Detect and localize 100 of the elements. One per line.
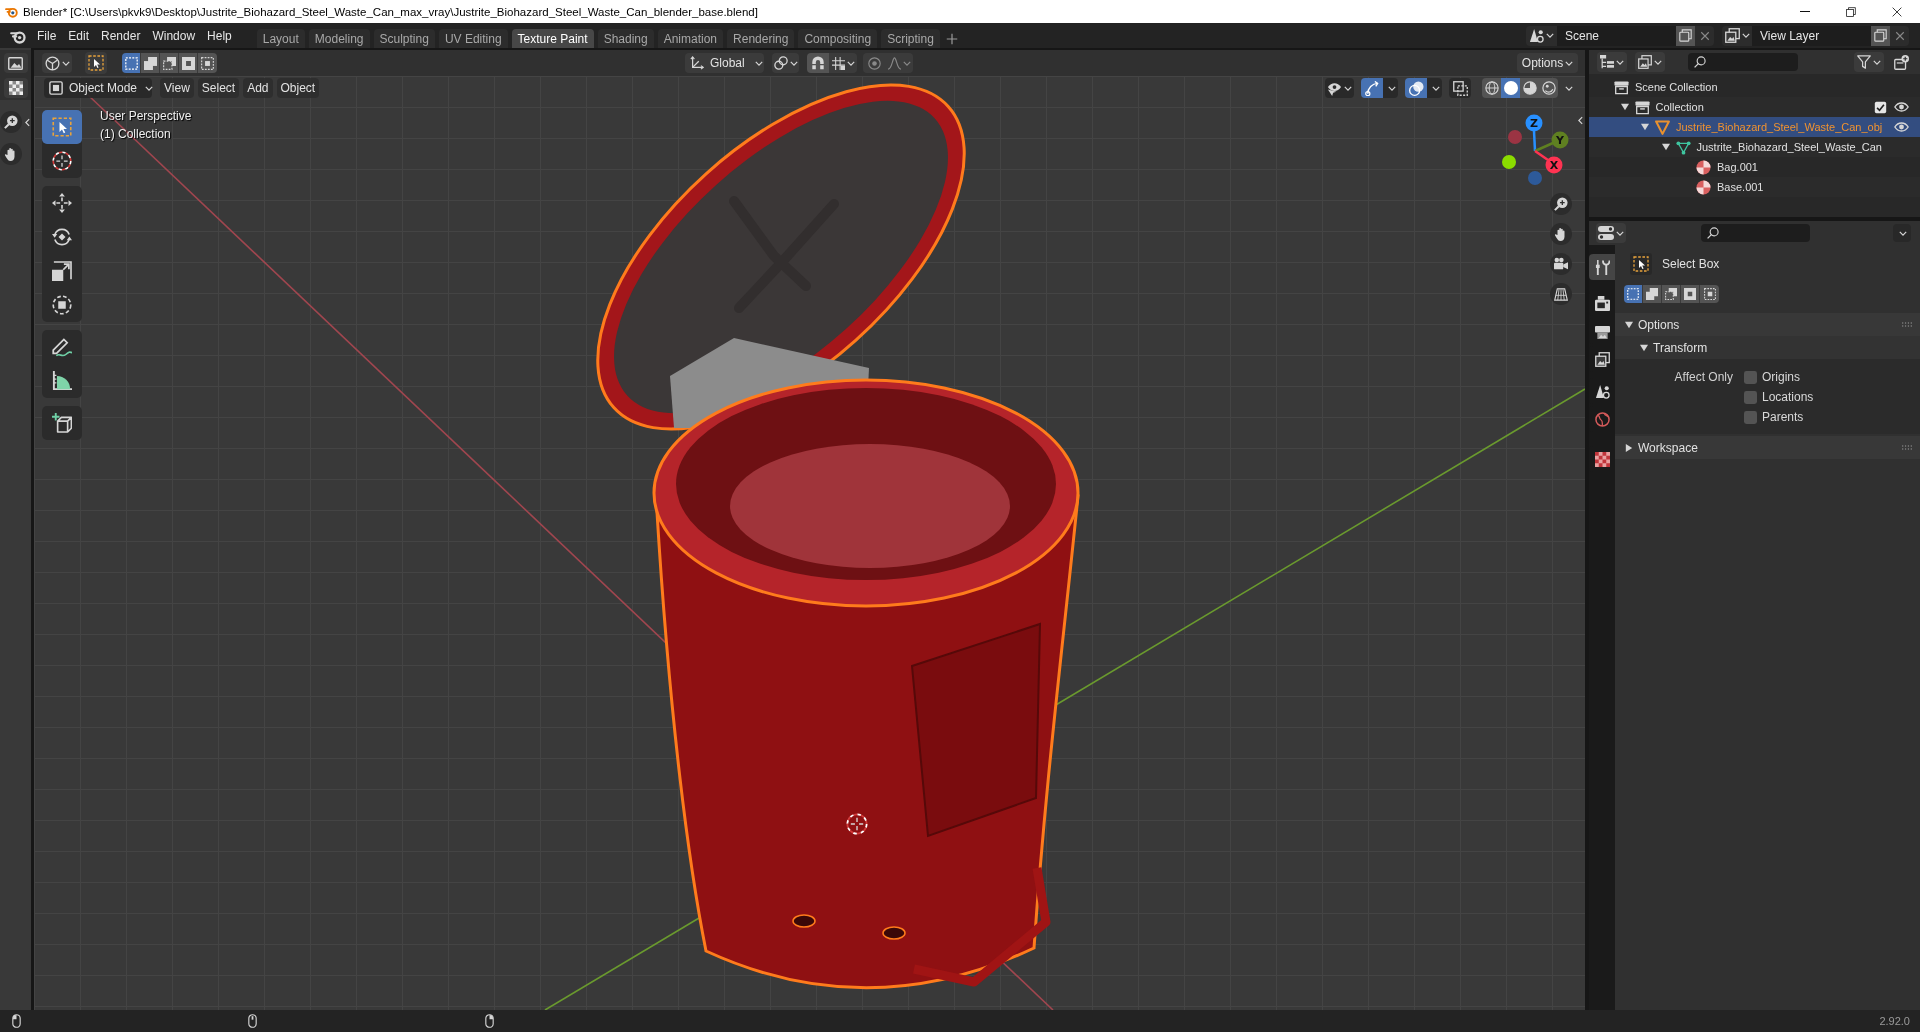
workspace-tab[interactable]: Modeling	[308, 29, 370, 48]
view-layer-browse-button[interactable]	[1722, 25, 1752, 46]
selection-mode-button[interactable]	[1700, 285, 1719, 303]
negative-x-axis-handle[interactable]	[1508, 130, 1522, 144]
workspace-tab[interactable]: Compositing	[798, 29, 878, 48]
viewport-menu[interactable]: Add	[243, 78, 273, 98]
mode-button[interactable]	[3, 78, 28, 98]
waste-can-model-drawing[interactable]	[596, 83, 1080, 990]
viewport-menu[interactable]: Object	[276, 78, 320, 98]
expand-triangle-icon[interactable]	[1620, 103, 1629, 111]
outliner-row[interactable]: Bag.001	[1589, 157, 1920, 177]
shading-mode-button[interactable]	[1539, 78, 1558, 98]
view-layer-name-field[interactable]: View Layer	[1752, 25, 1871, 46]
active-tool-button[interactable]	[85, 52, 107, 74]
outliner-row[interactable]: Scene Collection	[1589, 77, 1920, 97]
scene-name-field[interactable]: Scene	[1557, 25, 1676, 46]
workspace-tab[interactable]: Shading	[597, 29, 654, 48]
panel-header[interactable]: Options	[1615, 313, 1920, 336]
panel-header[interactable]: Workspace	[1615, 436, 1920, 459]
viewport-menu[interactable]: Select	[197, 78, 240, 98]
shading-mode-button[interactable]	[1501, 78, 1520, 98]
expand-triangle-icon[interactable]	[1661, 143, 1670, 151]
selection-mode-button[interactable]	[1681, 285, 1700, 303]
options-dropdown[interactable]: Options	[1517, 53, 1578, 73]
menu-item[interactable]: Edit	[62, 25, 96, 46]
editor-type-button[interactable]	[1596, 223, 1626, 243]
shading-mode-button[interactable]	[1520, 78, 1539, 98]
search-field[interactable]	[1688, 53, 1798, 71]
proportional-edit-toggle[interactable]	[863, 53, 885, 73]
filter-view-dropdown[interactable]	[1635, 52, 1665, 72]
outliner-row[interactable]: Justrite_Biohazard_Steel_Waste_Can_obj	[1589, 117, 1920, 137]
menu-item[interactable]: File	[31, 25, 63, 46]
new-scene-button[interactable]	[1676, 25, 1695, 46]
workspace-tab[interactable]: Scripting	[881, 29, 940, 48]
expand-triangle-icon[interactable]	[1641, 123, 1649, 131]
pan-button[interactable]	[0, 143, 22, 165]
sidebar-toggle-icon[interactable]	[1578, 116, 1583, 125]
zoom-button[interactable]	[0, 111, 22, 133]
options-dropdown[interactable]	[1893, 224, 1911, 242]
viewport-toggle[interactable]	[1449, 78, 1471, 98]
display-mode-dropdown[interactable]	[1597, 52, 1627, 72]
drag-handle-icon[interactable]	[1902, 445, 1912, 450]
new-view-layer-button[interactable]	[1871, 25, 1890, 46]
menu-item[interactable]: Help	[201, 25, 238, 46]
selection-mode-button[interactable]	[198, 53, 217, 73]
3d-cursor-icon[interactable]	[846, 813, 868, 835]
shading-mode-button[interactable]	[1482, 78, 1501, 98]
selection-mode-button[interactable]	[1662, 285, 1681, 303]
selection-mode-button[interactable]	[1643, 285, 1662, 303]
selection-mode-button[interactable]	[1624, 285, 1643, 303]
drag-handle-icon[interactable]	[1902, 322, 1912, 327]
tool-button[interactable]	[42, 110, 82, 144]
selection-mode-button[interactable]	[160, 53, 179, 73]
viewport-menu[interactable]: View	[160, 78, 194, 98]
negative-y-axis-handle[interactable]	[1502, 155, 1516, 169]
scene-browse-button[interactable]	[1526, 25, 1557, 46]
snap-target-dropdown[interactable]	[829, 53, 857, 73]
zoom-button[interactable]	[1550, 193, 1572, 215]
visibility-dropdown[interactable]	[1325, 78, 1354, 98]
workspace-tab[interactable]: Layout	[256, 29, 305, 48]
delete-scene-button[interactable]	[1695, 25, 1714, 46]
toggle-options-dropdown[interactable]	[1383, 78, 1398, 98]
search-field[interactable]	[1701, 224, 1810, 242]
workspace-tab[interactable]: Rendering	[727, 29, 795, 48]
selection-mode-button[interactable]	[179, 53, 198, 73]
delete-view-layer-button[interactable]	[1890, 25, 1909, 46]
negative-z-axis-handle[interactable]	[1528, 171, 1542, 185]
workspace-tab[interactable]: Sculpting	[373, 29, 435, 48]
mode-dropdown[interactable]: Object Mode	[44, 78, 152, 98]
checkbox[interactable]	[1874, 100, 1887, 114]
editor-type-button[interactable]	[3, 53, 28, 73]
workspace-tab[interactable]: Texture Paint	[511, 29, 594, 48]
falloff-dropdown[interactable]	[885, 53, 913, 73]
camera-view-button[interactable]	[1550, 253, 1572, 275]
viewport-toggle[interactable]	[1405, 78, 1427, 98]
orientation-dropdown[interactable]: Global	[685, 53, 764, 73]
properties-tab[interactable]	[1589, 254, 1615, 280]
checkbox[interactable]	[1744, 390, 1757, 404]
snap-toggle[interactable]	[807, 53, 829, 73]
new-collection-button[interactable]	[1892, 52, 1910, 72]
selection-mode-button[interactable]	[122, 53, 141, 73]
checkbox[interactable]	[1744, 370, 1757, 384]
pan-button[interactable]	[1550, 223, 1572, 245]
viewport-toggle[interactable]	[1361, 78, 1383, 98]
tool-button[interactable]	[42, 406, 82, 440]
pivot-dropdown[interactable]	[772, 53, 799, 73]
toggle-options-dropdown[interactable]	[1427, 78, 1442, 98]
menu-item[interactable]: Render	[95, 25, 147, 46]
y-axis-handle[interactable]: Y	[1534, 131, 1569, 153]
eye-icon[interactable]	[1894, 121, 1909, 133]
selection-mode-button[interactable]	[141, 53, 160, 73]
menu-item[interactable]: Window	[146, 25, 202, 46]
x-axis-handle[interactable]: X	[1534, 149, 1563, 174]
perspective-toggle-button[interactable]	[1550, 283, 1572, 305]
z-axis-handle[interactable]: Z	[1525, 114, 1543, 152]
workspace-tab[interactable]: Animation	[657, 29, 724, 48]
checkbox[interactable]	[1744, 410, 1757, 424]
eye-icon[interactable]	[1894, 101, 1909, 113]
workspace-tab[interactable]: UV Editing	[438, 29, 508, 48]
editor-type-button[interactable]	[42, 53, 72, 73]
